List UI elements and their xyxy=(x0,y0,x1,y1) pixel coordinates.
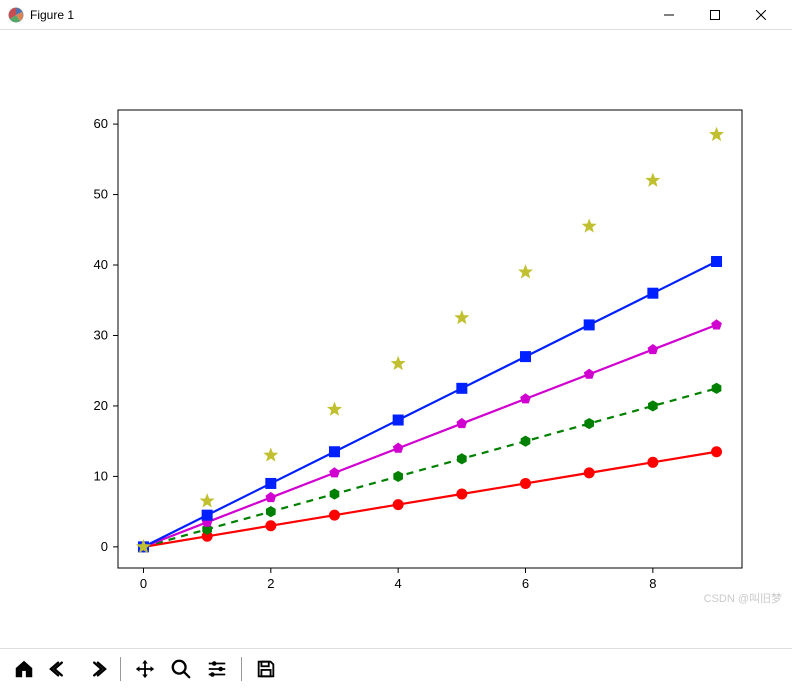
minimize-button[interactable] xyxy=(646,0,692,30)
titlebar: Figure 1 xyxy=(0,0,792,30)
svg-text:0: 0 xyxy=(101,539,108,554)
pan-button[interactable] xyxy=(129,653,161,685)
back-button[interactable] xyxy=(44,653,76,685)
svg-text:8: 8 xyxy=(649,576,656,591)
sliders-icon xyxy=(206,658,228,680)
home-button[interactable] xyxy=(8,653,40,685)
toolbar-separator xyxy=(120,657,121,681)
svg-text:30: 30 xyxy=(94,327,108,342)
zoom-button[interactable] xyxy=(165,653,197,685)
window-title: Figure 1 xyxy=(30,8,646,22)
svg-text:60: 60 xyxy=(94,116,108,131)
svg-text:0: 0 xyxy=(140,576,147,591)
maximize-icon xyxy=(710,10,720,20)
configure-button[interactable] xyxy=(201,653,233,685)
maximize-button[interactable] xyxy=(692,0,738,30)
chart-canvas[interactable]: 0 2 4 6 8 0 10 20 30 40 50 60 xyxy=(0,30,792,648)
svg-text:50: 50 xyxy=(94,187,108,202)
svg-text:6: 6 xyxy=(522,576,529,591)
back-arrow-icon xyxy=(49,658,71,680)
close-icon xyxy=(756,10,766,20)
mpl-toolbar xyxy=(0,648,792,688)
matplotlib-icon xyxy=(8,7,24,23)
forward-arrow-icon xyxy=(85,658,107,680)
svg-text:20: 20 xyxy=(94,398,108,413)
minimize-icon xyxy=(664,10,674,20)
svg-text:4: 4 xyxy=(395,576,402,591)
zoom-icon xyxy=(170,658,192,680)
close-button[interactable] xyxy=(738,0,784,30)
window-controls xyxy=(646,0,784,30)
svg-text:2: 2 xyxy=(267,576,274,591)
forward-button[interactable] xyxy=(80,653,112,685)
save-icon xyxy=(255,658,277,680)
svg-text:40: 40 xyxy=(94,257,108,272)
save-button[interactable] xyxy=(250,653,282,685)
plot-area: 024680102030405060 CSDN @叫旧梦 xyxy=(0,30,792,648)
home-icon xyxy=(13,658,35,680)
svg-text:10: 10 xyxy=(94,468,108,483)
pan-icon xyxy=(134,658,156,680)
toolbar-separator xyxy=(241,657,242,681)
